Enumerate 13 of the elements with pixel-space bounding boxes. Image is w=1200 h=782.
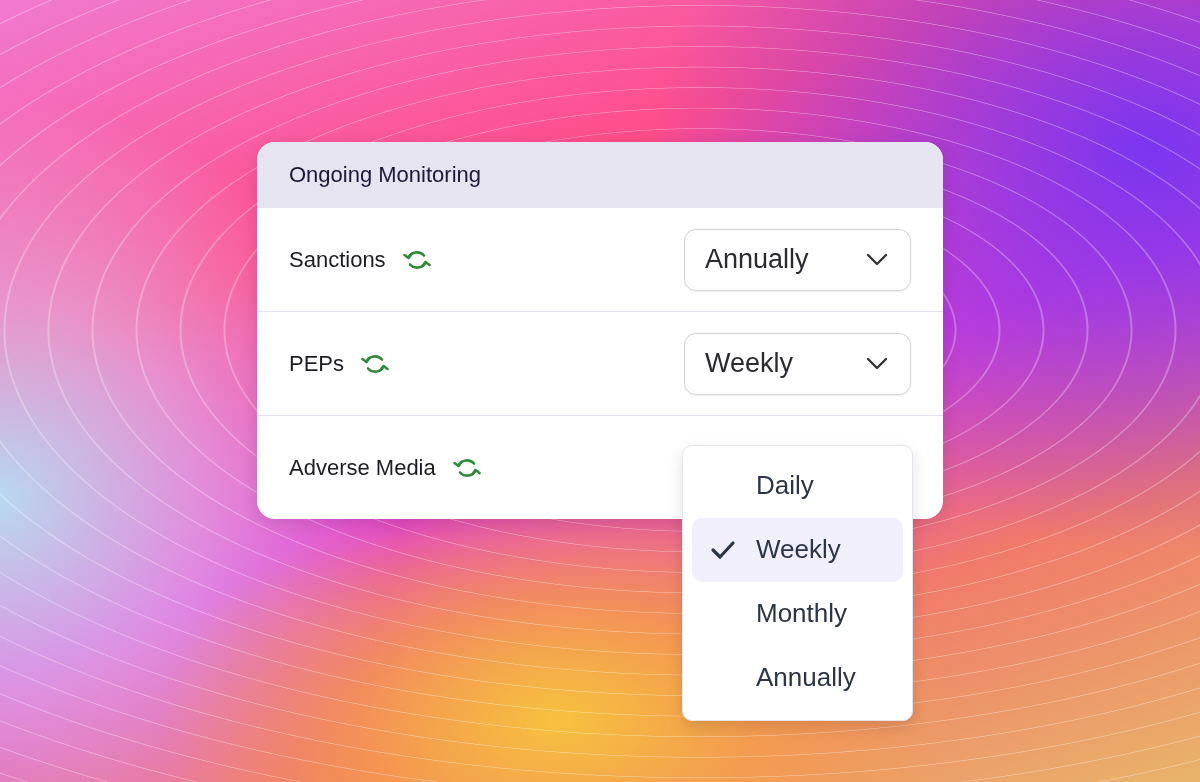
chevron-down-icon [866,356,888,371]
row-label: PEPs [289,350,345,377]
row-label: Adverse Media [289,454,436,481]
checkmark-icon [710,539,736,560]
menu-option[interactable]: Monthly [692,581,903,646]
menu-option[interactable]: Annually [692,645,903,710]
menu-option[interactable]: Daily [692,453,903,518]
row-label: Sanctions [289,246,386,273]
chevron-down-icon [866,252,888,267]
frequency-dropdown[interactable]: Weekly [684,332,911,395]
menu-option[interactable]: Weekly [692,517,903,582]
card-title: Ongoing Monitoring [289,162,481,188]
frequency-dropdown[interactable]: Annually [684,228,911,291]
